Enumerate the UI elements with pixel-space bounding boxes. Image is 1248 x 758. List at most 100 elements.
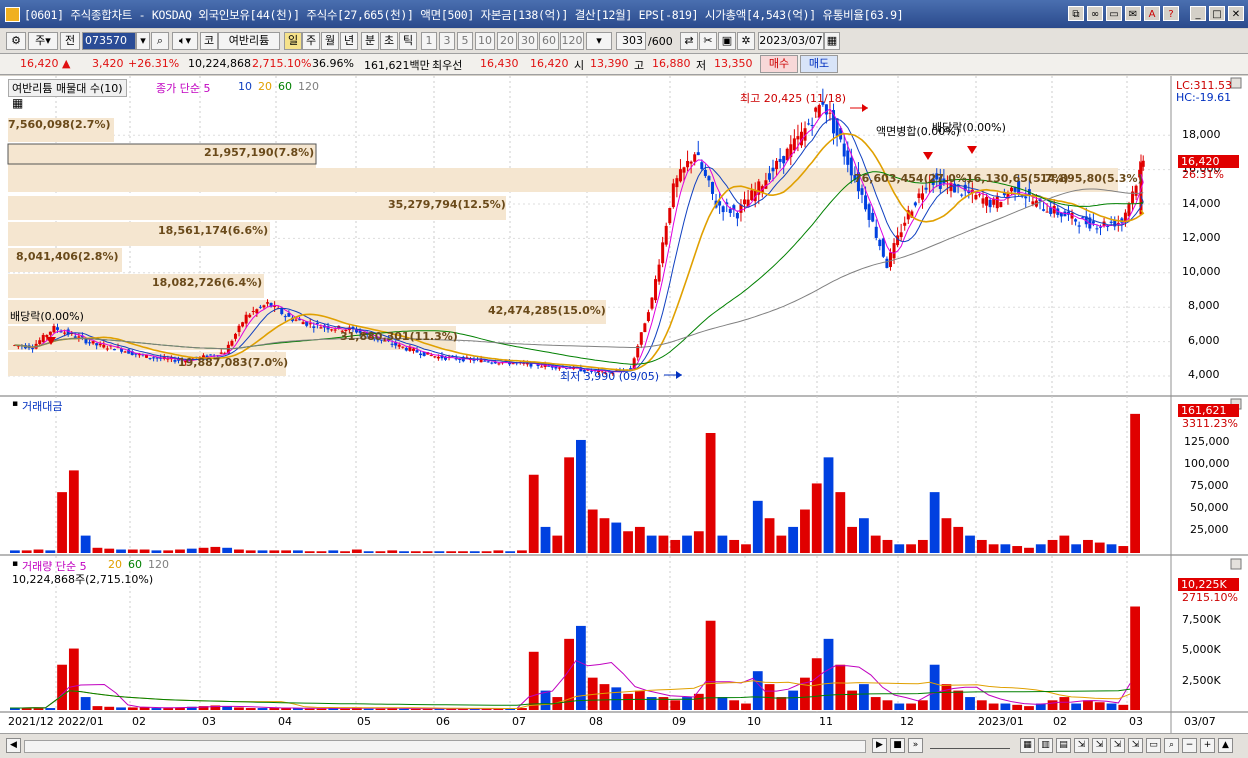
interval-10[interactable]: 10 xyxy=(475,32,495,50)
tool-icon[interactable]: ✂ xyxy=(699,32,717,50)
change-percent: +26.31% xyxy=(128,57,180,70)
volume-panel-icon[interactable]: ▪ xyxy=(12,559,18,569)
volume-tick-1: 7,500K xyxy=(1182,613,1221,626)
candle-body xyxy=(105,348,109,350)
code-dropdown-icon[interactable]: ▾ xyxy=(136,32,150,50)
volume-bar xyxy=(823,638,834,710)
candle-body xyxy=(230,340,234,346)
period-minute[interactable]: 분 xyxy=(361,32,379,50)
mail-button[interactable]: ✉ xyxy=(1125,6,1141,21)
volume-bar xyxy=(953,690,964,710)
interval-20[interactable]: 20 xyxy=(497,32,517,50)
market-type[interactable]: 코 xyxy=(200,32,218,50)
amount-bar xyxy=(776,535,787,553)
zoom-slider[interactable] xyxy=(930,742,1010,749)
interval-30[interactable]: 30 xyxy=(518,32,538,50)
search-icon[interactable]: ⌕ xyxy=(151,32,169,50)
layout-icon-7[interactable]: ⇲ xyxy=(1128,738,1143,753)
layout-icon-1[interactable]: ▦ xyxy=(1020,738,1035,753)
volume-bar xyxy=(599,684,610,710)
layout-icon-5[interactable]: ⇲ xyxy=(1092,738,1107,753)
candle-body xyxy=(917,193,921,199)
period-month[interactable]: 월 xyxy=(321,32,339,50)
x-label-13: 2023/01 xyxy=(978,715,1024,728)
interval-3[interactable]: 3 xyxy=(439,32,455,50)
amount-bar xyxy=(917,539,928,553)
period-tick[interactable]: 틱 xyxy=(399,32,417,50)
stock-name-field[interactable]: 여반리튬 xyxy=(218,32,280,50)
cascade-button[interactable]: ⧉ xyxy=(1068,6,1084,21)
zoom-out-search-icon[interactable]: ⌕ xyxy=(1164,738,1179,753)
candle-body xyxy=(864,195,868,210)
volume-bar xyxy=(1024,706,1034,710)
amount-bar xyxy=(682,535,692,553)
horizontal-scrollbar[interactable] xyxy=(24,740,866,753)
interval-60[interactable]: 60 xyxy=(539,32,559,50)
period-second[interactable]: 초 xyxy=(380,32,398,50)
volume-bar xyxy=(1012,704,1023,710)
date-input[interactable]: 2023/03/07 xyxy=(758,32,824,50)
x-label-8: 08 xyxy=(589,715,603,728)
zoom-in-icon[interactable]: + xyxy=(1200,738,1215,753)
x-label-14: 02 xyxy=(1053,715,1067,728)
link-button[interactable]: ∞ xyxy=(1087,6,1103,21)
refresh-icon[interactable]: ⇄ xyxy=(680,32,698,50)
volume-bar xyxy=(139,707,150,710)
amount-bar xyxy=(611,522,622,553)
period-year[interactable]: 년 xyxy=(340,32,358,50)
gear-icon[interactable]: ✲ xyxy=(737,32,755,50)
layout-icon-3[interactable]: ▤ xyxy=(1056,738,1071,753)
speaker-icon[interactable]: 🔈︎▾ xyxy=(172,32,198,50)
candle-body xyxy=(152,357,156,359)
week-select[interactable]: 주▾ xyxy=(28,32,58,50)
font-button[interactable]: A xyxy=(1144,6,1160,21)
code-input[interactable]: 073570 xyxy=(82,32,136,50)
scroll-left-icon[interactable]: ◀ xyxy=(6,738,21,753)
sell-button[interactable]: 매도 xyxy=(800,55,838,73)
layout-icon-4[interactable]: ⇲ xyxy=(1074,738,1089,753)
maximize-button[interactable]: □ xyxy=(1209,6,1225,21)
y-tick-6000: 6,000 xyxy=(1188,334,1220,347)
layout-icon-6[interactable]: ⇲ xyxy=(1110,738,1125,753)
candle-body xyxy=(881,238,885,257)
amount-bar xyxy=(788,526,799,553)
play-icon[interactable]: ▶ xyxy=(872,738,887,753)
zoom-out-icon[interactable]: − xyxy=(1182,738,1197,753)
prev-button[interactable]: 전 xyxy=(60,32,80,50)
amount-bar xyxy=(151,550,162,553)
volume-tick-3: 2,500K xyxy=(1182,674,1221,687)
minimize-button[interactable]: _ xyxy=(1190,6,1206,21)
high-note: 최고 20,425 (11/18) xyxy=(740,92,847,105)
layout-icon-8[interactable]: ▭ xyxy=(1146,738,1161,753)
layout-icon-2[interactable]: ▥ xyxy=(1038,738,1053,753)
period-day[interactable]: 일 xyxy=(284,32,302,50)
period-week[interactable]: 주 xyxy=(302,32,320,50)
candle-body xyxy=(98,343,102,346)
count-input[interactable]: 303 xyxy=(616,32,646,50)
interval-dropdown[interactable]: ▾ xyxy=(586,32,612,50)
save-icon[interactable]: ▣ xyxy=(718,32,736,50)
amount-panel-icon[interactable]: ▪ xyxy=(12,399,18,409)
fast-forward-icon[interactable]: » xyxy=(908,738,923,753)
settings-icon[interactable]: ⚙ xyxy=(6,32,26,50)
close-button[interactable]: ✕ xyxy=(1228,6,1244,21)
stop-icon[interactable]: ■ xyxy=(890,738,905,753)
chart-area[interactable]: 여반리튬 매물대 수(10) 종가 단순 5 10 20 60 120 ▦ LC… xyxy=(0,76,1248,733)
grid-toggle-icon[interactable]: ▦ xyxy=(12,96,23,110)
amount-bar xyxy=(33,549,44,553)
buy-button[interactable]: 매수 xyxy=(760,55,798,73)
up-icon[interactable]: ▲ xyxy=(1218,738,1233,753)
amount-bar xyxy=(175,549,185,553)
profile-label-2: 21,957,190(7.8%) xyxy=(204,146,315,159)
candle-body xyxy=(981,198,985,204)
candle-body xyxy=(1091,221,1095,224)
up-arrow-icon: ▲ xyxy=(62,57,71,70)
interval-120[interactable]: 120 xyxy=(560,32,584,50)
legend-volume-profile[interactable]: 여반리튬 매물대 수(10) xyxy=(8,79,127,97)
interval-5[interactable]: 5 xyxy=(457,32,473,50)
help-button[interactable]: ? xyxy=(1163,6,1179,21)
volume-percent: 2,715.10% xyxy=(252,57,312,70)
calendar-icon[interactable]: ▦ xyxy=(824,32,840,50)
window-button[interactable]: ▭ xyxy=(1106,6,1122,21)
interval-1[interactable]: 1 xyxy=(421,32,437,50)
